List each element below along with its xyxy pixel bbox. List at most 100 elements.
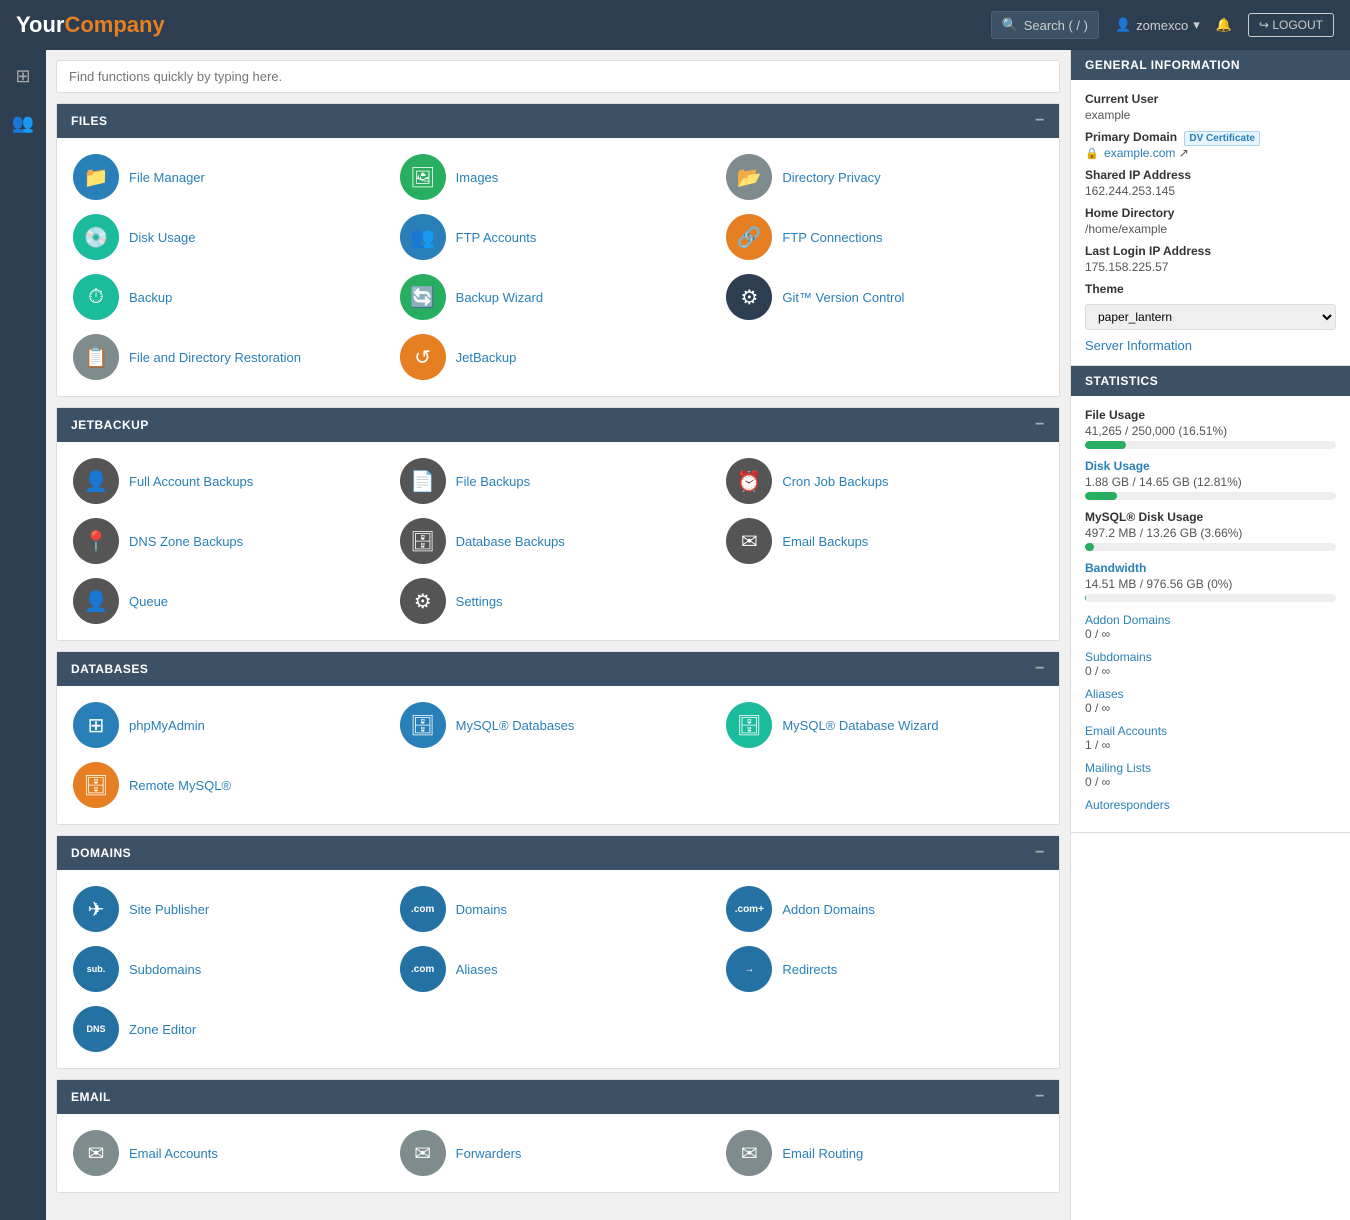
list-item[interactable]: ⏰ Cron Job Backups xyxy=(726,458,1043,504)
settings-link[interactable]: Settings xyxy=(456,594,503,609)
file-manager-link[interactable]: File Manager xyxy=(129,170,205,185)
redirects-link[interactable]: Redirects xyxy=(782,962,837,977)
list-item[interactable]: DNS Zone Editor xyxy=(73,1006,390,1052)
autoresponders-stat-link[interactable]: Autoresponders xyxy=(1085,798,1170,812)
logout-button[interactable]: ↪ LOGOUT xyxy=(1248,13,1334,37)
aliases-link[interactable]: Aliases xyxy=(456,962,498,977)
list-item[interactable]: .com+ Addon Domains xyxy=(726,886,1043,932)
list-item[interactable]: 💿 Disk Usage xyxy=(73,214,390,260)
list-item[interactable]: 👤 Full Account Backups xyxy=(73,458,390,504)
file-backups-link[interactable]: File Backups xyxy=(456,474,530,489)
backup-wizard-link[interactable]: Backup Wizard xyxy=(456,290,543,305)
list-item[interactable]: ⚙ Git™ Version Control xyxy=(726,274,1043,320)
list-item[interactable]: 📋 File and Directory Restoration xyxy=(73,334,390,380)
file-usage-fill xyxy=(1085,441,1126,449)
list-item[interactable]: 🗄 MySQL® Databases xyxy=(400,702,717,748)
logout-icon: ↪ xyxy=(1259,18,1269,32)
sidebar-users-icon[interactable]: 👥 xyxy=(6,107,40,140)
domains-collapse-btn[interactable]: − xyxy=(1035,844,1045,862)
subdomains-stat-link[interactable]: Subdomains xyxy=(1085,650,1152,664)
list-item[interactable]: 👥 FTP Accounts xyxy=(400,214,717,260)
addon-domains-stat-link[interactable]: Addon Domains xyxy=(1085,613,1170,627)
user-menu[interactable]: 👤 zomexco ▾ xyxy=(1115,17,1200,33)
list-item[interactable]: 📁 File Manager xyxy=(73,154,390,200)
section-files: FILES − 📁 File Manager 🖼 Images 📂 Direc xyxy=(56,103,1060,397)
list-item[interactable]: 🔄 Backup Wizard xyxy=(400,274,717,320)
bandwidth-stat-link[interactable]: Bandwidth xyxy=(1085,561,1146,575)
domains-grid: ✈ Site Publisher .com Domains .com+ Addo… xyxy=(73,886,1043,1052)
aliases-stat-link[interactable]: Aliases xyxy=(1085,687,1124,701)
list-item[interactable]: .com Domains xyxy=(400,886,717,932)
forwarders-link[interactable]: Forwarders xyxy=(456,1146,522,1161)
current-user-label: Current User xyxy=(1085,92,1336,106)
ftp-connections-link[interactable]: FTP Connections xyxy=(782,230,882,245)
list-item[interactable]: ✉ Email Backups xyxy=(726,518,1043,564)
phpmyadmin-link[interactable]: phpMyAdmin xyxy=(129,718,205,733)
server-info-link[interactable]: Server Information xyxy=(1085,338,1192,353)
images-link[interactable]: Images xyxy=(456,170,499,185)
list-item[interactable]: ✉ Email Routing xyxy=(726,1130,1043,1176)
queue-link[interactable]: Queue xyxy=(129,594,168,609)
mailing-lists-stat-link[interactable]: Mailing Lists xyxy=(1085,761,1151,775)
list-item[interactable]: → Redirects xyxy=(726,946,1043,992)
quick-search-input[interactable] xyxy=(56,60,1060,93)
remote-mysql-link[interactable]: Remote MySQL® xyxy=(129,778,231,793)
jetbackup-link[interactable]: JetBackup xyxy=(456,350,517,365)
git-link[interactable]: Git™ Version Control xyxy=(782,290,904,305)
domain-link[interactable]: example.com xyxy=(1104,146,1175,160)
header-right: 🔍 Search ( / ) 👤 zomexco ▾ 🔔 ↪ LOGOUT xyxy=(991,11,1335,39)
bell-icon[interactable]: 🔔 xyxy=(1216,17,1232,33)
mysql-databases-link[interactable]: MySQL® Databases xyxy=(456,718,575,733)
mysql-wizard-link[interactable]: MySQL® Database Wizard xyxy=(782,718,938,733)
list-item[interactable]: .com Aliases xyxy=(400,946,717,992)
backup-link[interactable]: Backup xyxy=(129,290,172,305)
ftp-accounts-link[interactable]: FTP Accounts xyxy=(456,230,537,245)
list-item[interactable]: 👤 Queue xyxy=(73,578,390,624)
list-item[interactable]: 🗄 MySQL® Database Wizard xyxy=(726,702,1043,748)
dns-zone-backups-link[interactable]: DNS Zone Backups xyxy=(129,534,243,549)
list-item[interactable]: 🗄 Remote MySQL® xyxy=(73,762,390,808)
files-collapse-btn[interactable]: − xyxy=(1035,112,1045,130)
cron-job-backups-link[interactable]: Cron Job Backups xyxy=(782,474,888,489)
list-item[interactable]: sub. Subdomains xyxy=(73,946,390,992)
list-item[interactable]: 🔗 FTP Connections xyxy=(726,214,1043,260)
list-item[interactable]: 🖼 Images xyxy=(400,154,717,200)
email-accounts-stat-link[interactable]: Email Accounts xyxy=(1085,724,1167,738)
search-box[interactable]: 🔍 Search ( / ) xyxy=(991,11,1099,39)
list-item[interactable]: 📍 DNS Zone Backups xyxy=(73,518,390,564)
addon-domains-link[interactable]: Addon Domains xyxy=(782,902,875,917)
databases-collapse-btn[interactable]: − xyxy=(1035,660,1045,678)
current-user-row: Current User example xyxy=(1085,92,1336,122)
disk-usage-stat-link[interactable]: Disk Usage xyxy=(1085,459,1150,473)
list-item[interactable]: ⊞ phpMyAdmin xyxy=(73,702,390,748)
subdomains-link[interactable]: Subdomains xyxy=(129,962,201,977)
sidebar-grid-icon[interactable]: ⊞ xyxy=(9,60,36,93)
file-directory-restoration-link[interactable]: File and Directory Restoration xyxy=(129,350,301,365)
list-item[interactable]: ✉ Forwarders xyxy=(400,1130,717,1176)
full-account-backups-link[interactable]: Full Account Backups xyxy=(129,474,253,489)
list-item[interactable]: ↺ JetBackup xyxy=(400,334,717,380)
zone-editor-link[interactable]: Zone Editor xyxy=(129,1022,196,1037)
primary-domain-row: Primary Domain DV Certificate 🔒 example.… xyxy=(1085,130,1336,160)
list-item[interactable]: ⚙ Settings xyxy=(400,578,717,624)
list-item[interactable]: 📂 Directory Privacy xyxy=(726,154,1043,200)
email-routing-icon: ✉ xyxy=(726,1130,772,1176)
list-item[interactable]: ✉ Email Accounts xyxy=(73,1130,390,1176)
theme-select[interactable]: paper_lantern xyxy=(1085,304,1336,330)
username: zomexco xyxy=(1136,18,1188,33)
email-accounts-link[interactable]: Email Accounts xyxy=(129,1146,218,1161)
list-item[interactable]: ✈ Site Publisher xyxy=(73,886,390,932)
mysql-fill xyxy=(1085,543,1094,551)
disk-usage-link[interactable]: Disk Usage xyxy=(129,230,195,245)
list-item[interactable]: ⏱ Backup xyxy=(73,274,390,320)
directory-privacy-link[interactable]: Directory Privacy xyxy=(782,170,880,185)
email-backups-link[interactable]: Email Backups xyxy=(782,534,868,549)
site-publisher-link[interactable]: Site Publisher xyxy=(129,902,209,917)
database-backups-link[interactable]: Database Backups xyxy=(456,534,565,549)
list-item[interactable]: 📄 File Backups xyxy=(400,458,717,504)
email-collapse-btn[interactable]: − xyxy=(1035,1088,1045,1106)
email-routing-link[interactable]: Email Routing xyxy=(782,1146,863,1161)
jetbackup-collapse-btn[interactable]: − xyxy=(1035,416,1045,434)
list-item[interactable]: 🗄 Database Backups xyxy=(400,518,717,564)
domains-link[interactable]: Domains xyxy=(456,902,507,917)
